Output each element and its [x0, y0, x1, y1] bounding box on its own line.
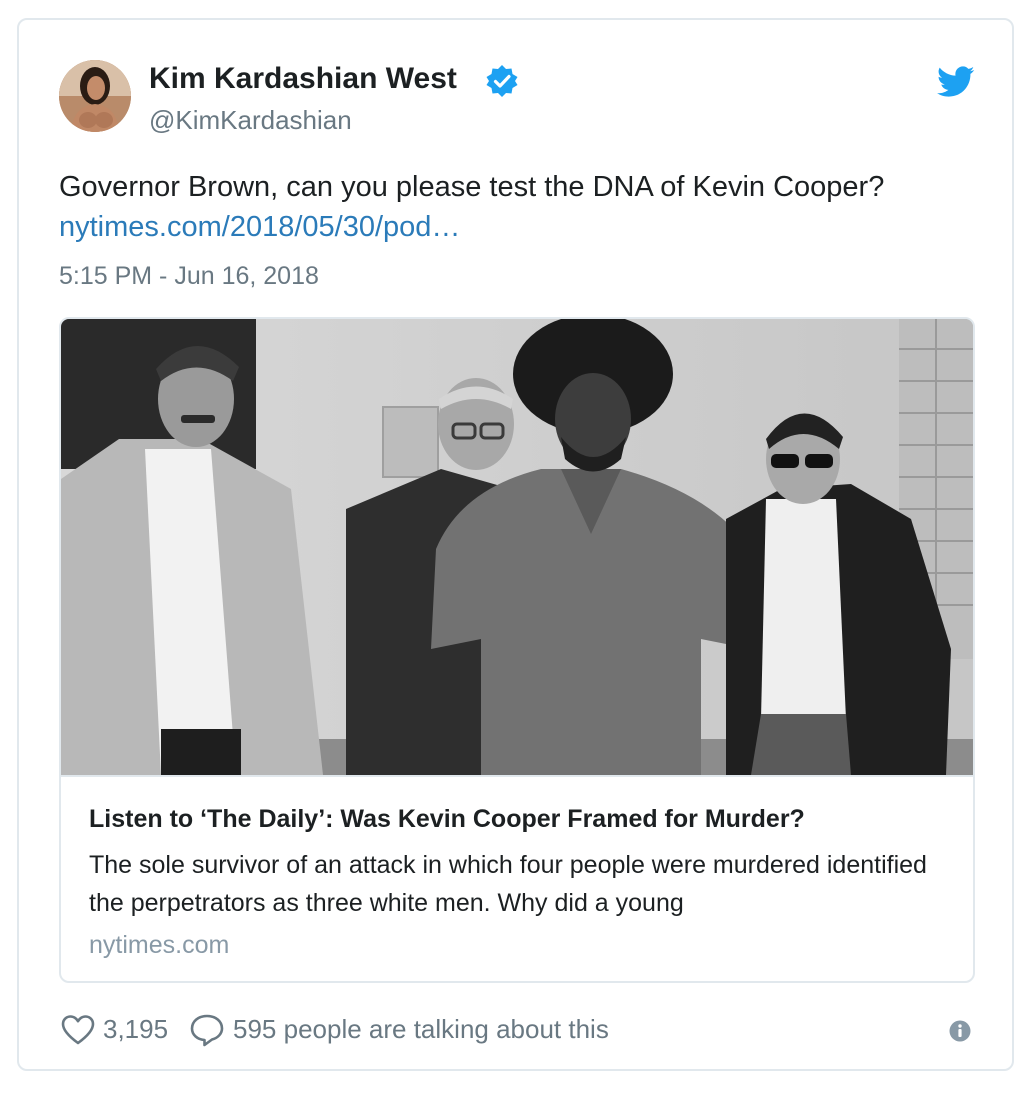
author-name[interactable]: Kim Kardashian West	[149, 62, 457, 96]
tweet-link[interactable]: nytimes.com/2018/05/30/pod…	[59, 211, 460, 244]
tweet-card: Kim Kardashian West @KimKardashian Gover…	[17, 18, 1014, 1071]
info-icon[interactable]	[949, 1020, 971, 1042]
card-photo-image	[61, 319, 973, 775]
verified-badge-icon	[486, 65, 518, 97]
talking-count[interactable]: 595 people are talking about this	[233, 1014, 609, 1045]
reply-bubble-icon[interactable]	[189, 1013, 225, 1047]
link-preview-card[interactable]: Listen to ‘The Daily’: Was Kevin Cooper …	[59, 317, 975, 983]
twitter-bird-icon[interactable]	[937, 66, 975, 98]
card-photo	[61, 319, 973, 775]
tweet-timestamp[interactable]: 5:15 PM - Jun 16, 2018	[59, 262, 319, 291]
avatar[interactable]	[59, 60, 131, 132]
card-title[interactable]: Listen to ‘The Daily’: Was Kevin Cooper …	[89, 805, 805, 834]
author-handle[interactable]: @KimKardashian	[149, 105, 352, 136]
heart-icon[interactable]	[61, 1014, 95, 1046]
tweet-text: Governor Brown, can you please test the …	[59, 171, 885, 203]
card-body: Listen to ‘The Daily’: Was Kevin Cooper …	[61, 775, 973, 981]
card-description: The sole survivor of an attack in which …	[89, 851, 927, 917]
like-count[interactable]: 3,195	[103, 1014, 168, 1045]
avatar-image	[59, 60, 131, 132]
card-domain: nytimes.com	[89, 931, 230, 959]
tweet-footer: 3,195 595 people are talking about this	[59, 1010, 989, 1050]
